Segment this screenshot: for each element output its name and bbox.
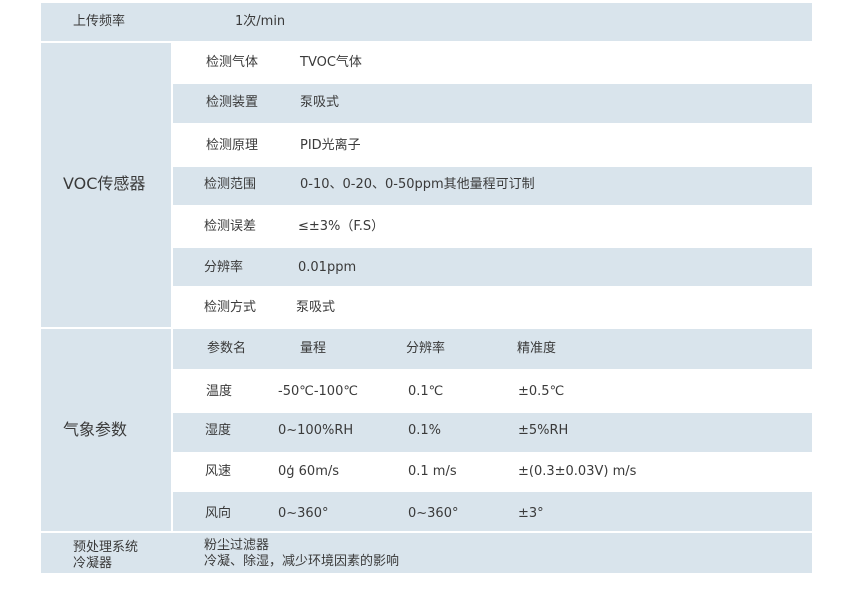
weather-header-range: 量程 xyxy=(300,341,327,356)
voc-row-label: 分辨率 xyxy=(204,260,244,275)
voc-row-value: 泵吸式 xyxy=(300,95,340,110)
voc-row-value: 0-10、0-20、0-50ppm其他量程可订制 xyxy=(300,177,535,192)
voc-row-label: 检测误差 xyxy=(204,219,257,234)
voc-row-value: ≤±3%（F.S） xyxy=(298,219,385,234)
weather-row xyxy=(173,413,812,452)
weather-cell: 温度 xyxy=(206,384,233,399)
upload-label: 上传频率 xyxy=(73,14,126,29)
weather-header-accuracy: 精准度 xyxy=(517,341,557,356)
voc-row xyxy=(173,207,812,246)
voc-row-value: PID光离子 xyxy=(300,138,361,153)
weather-cell: 风向 xyxy=(205,506,232,521)
pretreat-row xyxy=(41,533,812,573)
weather-cell: ±0.5℃ xyxy=(518,384,565,399)
weather-cell: 0ģ 60m/s xyxy=(278,464,340,479)
weather-cell: ±5%RH xyxy=(518,423,569,438)
weather-row xyxy=(173,454,812,490)
weather-cell: 0.1℃ xyxy=(408,384,444,399)
voc-row xyxy=(173,288,812,327)
weather-cell: -50℃-100℃ xyxy=(278,384,358,399)
weather-row xyxy=(173,492,812,531)
weather-cell: 0~360° xyxy=(278,506,329,521)
voc-row-label: 检测装置 xyxy=(206,95,259,110)
weather-cell: 0.1% xyxy=(408,423,442,438)
weather-cell: 0.1 m/s xyxy=(408,464,457,479)
weather-cell: ±3° xyxy=(518,506,544,521)
voc-row xyxy=(173,248,812,286)
weather-header-name: 参数名 xyxy=(207,341,247,356)
weather-group-title: 气象参数 xyxy=(63,420,128,439)
upload-value: 1次/min xyxy=(235,14,286,29)
voc-row xyxy=(173,84,812,123)
weather-cell: 0~100%RH xyxy=(278,423,354,438)
voc-row xyxy=(173,43,812,82)
weather-cell: 湿度 xyxy=(205,423,232,438)
voc-group-title: VOC传感器 xyxy=(63,174,146,193)
weather-header-resolution: 分辨率 xyxy=(406,341,446,356)
pretreat-label-line1: 预处理系统 xyxy=(73,540,139,555)
weather-row xyxy=(173,371,812,411)
weather-cell: 0~360° xyxy=(408,506,459,521)
weather-cell: 风速 xyxy=(205,464,232,479)
voc-row-label: 检测方式 xyxy=(204,300,257,315)
weather-header-row xyxy=(173,329,812,369)
voc-row-label: 检测气体 xyxy=(206,55,259,70)
voc-row-value: TVOC气体 xyxy=(300,55,362,70)
voc-row xyxy=(173,125,812,165)
voc-row-value: 0.01ppm xyxy=(298,260,357,275)
upload-row xyxy=(41,3,812,41)
voc-row-label: 检测范围 xyxy=(204,177,257,192)
voc-row-label: 检测原理 xyxy=(206,138,259,153)
voc-row-value: 泵吸式 xyxy=(296,300,336,315)
pretreat-value-line2: 冷凝、除湿，减少环境因素的影响 xyxy=(204,554,400,569)
pretreat-label-line2: 冷凝器 xyxy=(73,556,113,571)
pretreat-value-line1: 粉尘过滤器 xyxy=(204,538,270,553)
weather-cell: ±(0.3±0.03V) m/s xyxy=(518,464,637,479)
